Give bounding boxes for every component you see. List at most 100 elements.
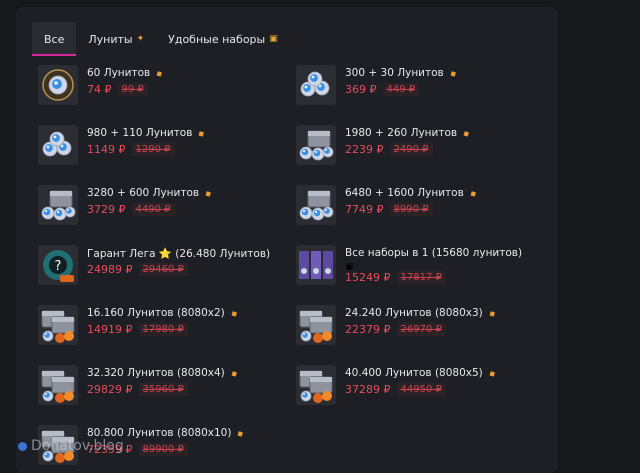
old-price: 4490 ₽: [131, 203, 175, 216]
product-name: 32.320 Лунитов (8080x4) ◆: [87, 367, 239, 379]
price-row: 22379 ₽ 26970 ₽: [345, 323, 446, 336]
shop-panel: Все Луниты ✦ Удобные наборы ▣ 60 Лунитов…: [16, 7, 558, 473]
tab-label: Луниты: [88, 32, 133, 46]
gem-icon: ◆: [467, 188, 478, 199]
product-name-text: 6480 + 1600 Лунитов: [345, 187, 464, 199]
product-name: 980 + 110 Лунитов ◆: [87, 127, 207, 139]
product-card[interactable]: 16.160 Лунитов (8080x2) ◆ 14919 ₽ 17980 ₽: [38, 303, 288, 349]
product-card[interactable]: 3280 + 600 Лунитов ◆ 3729 ₽ 4490 ₽: [38, 183, 288, 229]
chest-multi-icon: [296, 365, 336, 405]
tab-label: Удобные наборы: [168, 32, 266, 46]
current-price: 37289 ₽: [345, 383, 391, 396]
price-row: 74 ₽ 99 ₽: [87, 83, 148, 96]
price-row: 1149 ₽ 1290 ₽: [87, 143, 175, 156]
price-row: 369 ₽ 449 ₽: [345, 83, 420, 96]
old-price: 8990 ₽: [389, 203, 433, 216]
product-name: Все наборы в 1 (15680 лунитов): [345, 247, 522, 259]
chest-multi-icon: [38, 305, 78, 345]
product-card[interactable]: Все наборы в 1 (15680 лунитов) ▣ 15249 ₽17…: [296, 243, 546, 289]
product-card[interactable]: 1980 + 260 Лунитов ◆ 2239 ₽ 2490 ₽: [296, 123, 546, 169]
price-row: 24989 ₽ 29460 ₽: [87, 263, 188, 276]
product-name-text: 300 + 30 Лунитов: [345, 67, 444, 79]
gem-icon: ◆: [228, 368, 239, 379]
old-price: 35960 ₽: [138, 383, 188, 396]
product-name-text: 60 Лунитов: [87, 67, 151, 79]
product-card[interactable]: ? Гарант Лега ⭐ (26.480 Лунитов) 24989 ₽2…: [38, 243, 288, 289]
single-crystal-icon: [38, 65, 78, 105]
product-name-text: 32.320 Лунитов (8080x4): [87, 367, 225, 379]
price-row: 37289 ₽ 44950 ₽: [345, 383, 446, 396]
current-price: 29829 ₽: [87, 383, 133, 396]
current-price: 369 ₽: [345, 83, 377, 96]
card-bundle-icon: [296, 245, 336, 285]
watermark: Donatov.blog: [18, 438, 124, 454]
product-card[interactable]: 6480 + 1600 Лунитов ◆ 7749 ₽ 8990 ₽: [296, 183, 546, 229]
current-price: 7749 ₽: [345, 203, 384, 216]
product-name-text: 980 + 110 Лунитов: [87, 127, 193, 139]
price-row: 2239 ₽ 2490 ₽: [345, 143, 433, 156]
gem-icon: ◆: [203, 188, 214, 199]
watermark-logo-icon: [18, 441, 27, 451]
product-name: 1980 + 260 Лунитов ◆: [345, 127, 471, 139]
product-card[interactable]: 980 + 110 Лунитов ◆ 1149 ₽ 1290 ₽: [38, 123, 288, 169]
product-card[interactable]: 24.240 Лунитов (8080x3) ◆ 22379 ₽ 26970 ₽: [296, 303, 546, 349]
price-row: 3729 ₽ 4490 ₽: [87, 203, 175, 216]
chest-multi-icon: [38, 365, 78, 405]
box-icon: ▣: [269, 34, 278, 44]
old-price: 17817 ₽: [396, 271, 446, 284]
old-price: 99 ₽: [117, 83, 148, 96]
old-price: 17980 ₽: [138, 323, 188, 336]
old-price: 44950 ₽: [396, 383, 446, 396]
gem-icon: ◆: [447, 68, 458, 79]
crystal-pile-icon: [296, 65, 336, 105]
price-row: 7749 ₽ 8990 ₽: [345, 203, 433, 216]
crystal-chest-icon: [296, 185, 336, 225]
mystery-hero-icon: ?: [38, 245, 78, 285]
tab-label: Все: [44, 32, 65, 46]
product-card[interactable]: 60 Лунитов ◆ 74 ₽ 99 ₽: [38, 63, 288, 109]
product-name: 3280 + 600 Лунитов ◆: [87, 187, 214, 199]
tab-bundles[interactable]: Удобные наборы ▣: [156, 22, 290, 56]
product-name-text: 24.240 Лунитов (8080x3): [345, 307, 483, 319]
crystal-chest-icon: [296, 125, 336, 165]
product-name: 24.240 Лунитов (8080x3) ◆: [345, 307, 497, 319]
current-price: 3729 ₽: [87, 203, 126, 216]
gem-icon: ◆: [235, 428, 246, 439]
product-card[interactable]: 300 + 30 Лунитов ◆ 369 ₽ 449 ₽: [296, 63, 546, 109]
product-name: 16.160 Лунитов (8080x2) ◆: [87, 307, 239, 319]
chest-multi-icon: [296, 305, 336, 345]
product-name: 60 Лунитов ◆: [87, 67, 165, 79]
product-name-text: Все наборы в 1 (15680 лунитов): [345, 247, 523, 259]
product-name-text: Гарант Лега ⭐ (26.480 Лунитов): [87, 248, 271, 260]
current-price: 74 ₽: [87, 83, 112, 96]
current-price: 2239 ₽: [345, 143, 384, 156]
price-row: 15249 ₽ 17817 ₽: [345, 271, 446, 284]
old-price: 2490 ₽: [389, 143, 433, 156]
product-card[interactable]: 40.400 Лунитов (8080x5) ◆ 37289 ₽ 44950 ₽: [296, 363, 546, 409]
product-name-text: 1980 + 260 Лунитов: [345, 127, 458, 139]
product-name-text: 3280 + 600 Лунитов: [87, 187, 200, 199]
price-row: 29829 ₽ 35960 ₽: [87, 383, 188, 396]
price-row: 14919 ₽ 17980 ₽: [87, 323, 188, 336]
tab-all[interactable]: Все: [32, 22, 77, 56]
tab-lunites[interactable]: Луниты ✦: [76, 22, 156, 56]
product-name: 40.400 Лунитов (8080x5) ◆: [345, 367, 497, 379]
old-price: 29460 ₽: [138, 263, 188, 276]
gem-icon: ◆: [154, 68, 165, 79]
category-tabs: Все Луниты ✦ Удобные наборы ▣: [32, 22, 290, 56]
gem-icon: ◆: [196, 128, 207, 139]
gem-icon: ◆: [486, 308, 497, 319]
gem-icon: ◆: [228, 308, 239, 319]
current-price: 1149 ₽: [87, 143, 126, 156]
old-price: 26970 ₽: [396, 323, 446, 336]
product-card[interactable]: 32.320 Лунитов (8080x4) ◆ 29829 ₽ 35960 ₽: [38, 363, 288, 409]
product-name-text: 16.160 Лунитов (8080x2): [87, 307, 225, 319]
old-price: 89900 ₽: [138, 443, 188, 456]
watermark-text: Donatov.blog: [31, 438, 124, 454]
product-name-text: 40.400 Лунитов (8080x5): [345, 367, 483, 379]
current-price: 15249 ₽: [345, 271, 391, 284]
product-name: 300 + 30 Лунитов ◆: [345, 67, 458, 79]
product-name: 6480 + 1600 Лунитов ◆: [345, 187, 478, 199]
svg-text:?: ?: [55, 259, 62, 274]
old-price: 1290 ₽: [131, 143, 175, 156]
